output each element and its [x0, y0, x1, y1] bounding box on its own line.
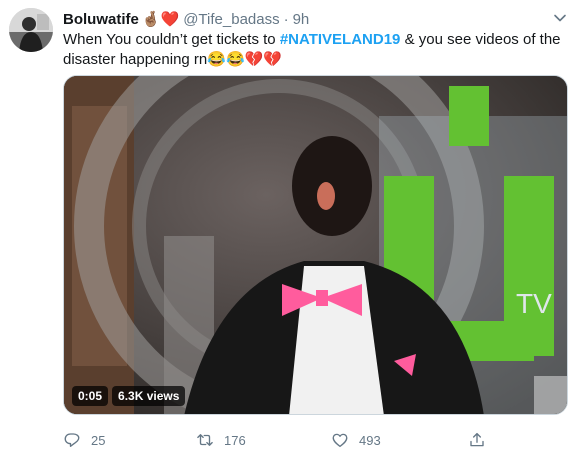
reply-icon	[64, 433, 80, 447]
tweet-header: Boluwatife 🤞🏽❤️ @Tife_badass · 9h	[63, 9, 309, 29]
video-duration: 0:05	[72, 386, 109, 406]
hashtag-link[interactable]: #NATIVELAND19	[280, 31, 401, 48]
retweet-button[interactable]: 176	[196, 428, 246, 452]
view-count: 6.3K views	[112, 386, 186, 406]
retweet-count: 176	[224, 432, 246, 448]
like-count: 493	[359, 432, 381, 448]
tv-watermark: TV	[516, 288, 552, 319]
tweet-text: When You couldn’t get tickets to #NATIVE…	[63, 30, 563, 70]
share-button[interactable]	[468, 428, 486, 452]
avatar[interactable]	[9, 8, 53, 52]
separator-dot: ·	[283, 10, 289, 28]
share-icon	[470, 432, 484, 447]
display-name[interactable]: Boluwatife	[63, 11, 139, 28]
name-emoji: 🤞🏽❤️	[141, 10, 180, 28]
chevron-down-icon[interactable]	[553, 11, 567, 25]
user-handle[interactable]: @Tife_badass	[183, 11, 279, 28]
retweet-icon	[197, 434, 213, 446]
like-button[interactable]: 493	[331, 428, 381, 452]
video-frame: TV	[64, 76, 567, 414]
tweet-text-before: When You couldn’t get tickets to	[63, 31, 280, 48]
action-bar: 25 176 493	[63, 428, 543, 452]
video-badges: 0:05 6.3K views	[72, 386, 186, 406]
like-icon	[332, 433, 348, 448]
video-player[interactable]: TV 0:05 6.3K views	[63, 75, 568, 415]
tweet-emoji: 😂😂💔💔	[207, 51, 282, 68]
reply-button[interactable]: 25	[63, 428, 105, 452]
reply-count: 25	[91, 432, 106, 448]
tweet[interactable]: Boluwatife 🤞🏽❤️ @Tife_badass · 9h When Y…	[0, 0, 581, 461]
timestamp[interactable]: 9h	[293, 11, 310, 28]
